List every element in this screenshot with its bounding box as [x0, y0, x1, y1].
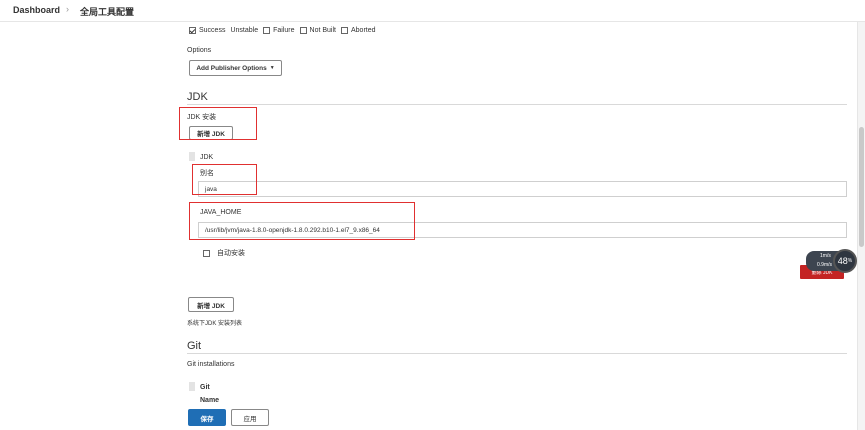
build-status-row: Success Unstable Failure Not Built Abort… — [189, 27, 378, 34]
auto-install-row: 自动安装 — [203, 248, 247, 258]
top-bar: Dashboard › 全局工具配置 — [0, 0, 865, 22]
git-item-drag-handle[interactable] — [189, 382, 195, 391]
main-content: Success Unstable Failure Not Built Abort… — [179, 22, 857, 430]
add-publisher-options-label: Add Publisher Options — [196, 64, 267, 72]
apply-button-label: 应用 — [243, 415, 257, 423]
aborted-label: Aborted — [350, 27, 376, 34]
git-divider — [187, 353, 847, 354]
jdk-system-list-note: 系统下JDK 安装列表 — [187, 321, 243, 327]
jdk-item-drag-handle[interactable] — [189, 152, 195, 161]
git-section-title: Git — [187, 340, 202, 352]
download-speed: 0.9m/s — [817, 262, 833, 268]
alias-input-value: java — [205, 185, 217, 193]
success-label: Success — [199, 27, 226, 34]
unstable-label: Unstable — [230, 27, 259, 34]
upload-speed: 1m/s — [820, 253, 831, 259]
breadcrumb-separator: › — [66, 4, 69, 14]
breadcrumb-current[interactable]: 全局工具配置 — [80, 5, 134, 18]
failure-checkbox[interactable] — [299, 27, 307, 34]
jdk-divider — [187, 104, 847, 105]
add-jdk-button-top[interactable]: 新增 JDK — [189, 126, 233, 140]
jdk-item-header: JDK — [200, 154, 214, 161]
add-jdk-button-top-label: 新增 JDK — [197, 131, 225, 138]
jdk-install-label: JDK 安装 — [187, 114, 217, 121]
failure-label: Failure — [273, 27, 295, 34]
save-button[interactable]: 保存 — [188, 409, 226, 426]
caret-down-icon: ▼ — [269, 65, 275, 71]
cpu-usage-value: 48 — [837, 256, 848, 266]
git-item-header: Git — [200, 384, 210, 391]
not-built-checkbox[interactable] — [340, 27, 348, 34]
options-label: Options — [187, 47, 212, 54]
not-built-label: Not Built — [309, 27, 336, 34]
jdk-section-title: JDK — [187, 91, 208, 103]
breadcrumb-dashboard[interactable]: Dashboard — [13, 5, 60, 15]
cpu-usage-unit: % — [847, 258, 853, 264]
page-scrollbar[interactable] — [857, 22, 865, 430]
auto-install-label: 自动安装 — [217, 250, 245, 257]
cpu-usage-circle: 48% — [833, 249, 857, 273]
scrollbar-thumb[interactable] — [859, 127, 864, 247]
git-name-label: Name — [200, 397, 220, 402]
add-jdk-button-bottom-label: 新增 JDK — [197, 302, 225, 310]
git-installations-label: Git installations — [187, 361, 235, 368]
java-home-input-value: /usr/lib/jvm/java-1.8.0-openjdk-1.8.0.29… — [205, 226, 380, 234]
java-home-label: JAVA_HOME — [200, 209, 242, 216]
save-button-label: 保存 — [200, 415, 214, 423]
unstable-checkbox[interactable] — [263, 27, 271, 34]
apply-button[interactable]: 应用 — [231, 409, 269, 426]
add-publisher-options-button[interactable]: Add Publisher Options ▼ — [189, 60, 282, 76]
java-home-input[interactable]: /usr/lib/jvm/java-1.8.0-openjdk-1.8.0.29… — [198, 222, 847, 238]
auto-install-checkbox[interactable] — [203, 249, 210, 257]
add-jdk-button-bottom[interactable]: 新增 JDK — [188, 297, 234, 312]
alias-input[interactable]: java — [198, 181, 847, 197]
success-checkbox[interactable] — [189, 27, 196, 34]
alias-label: 别名 — [200, 170, 214, 177]
